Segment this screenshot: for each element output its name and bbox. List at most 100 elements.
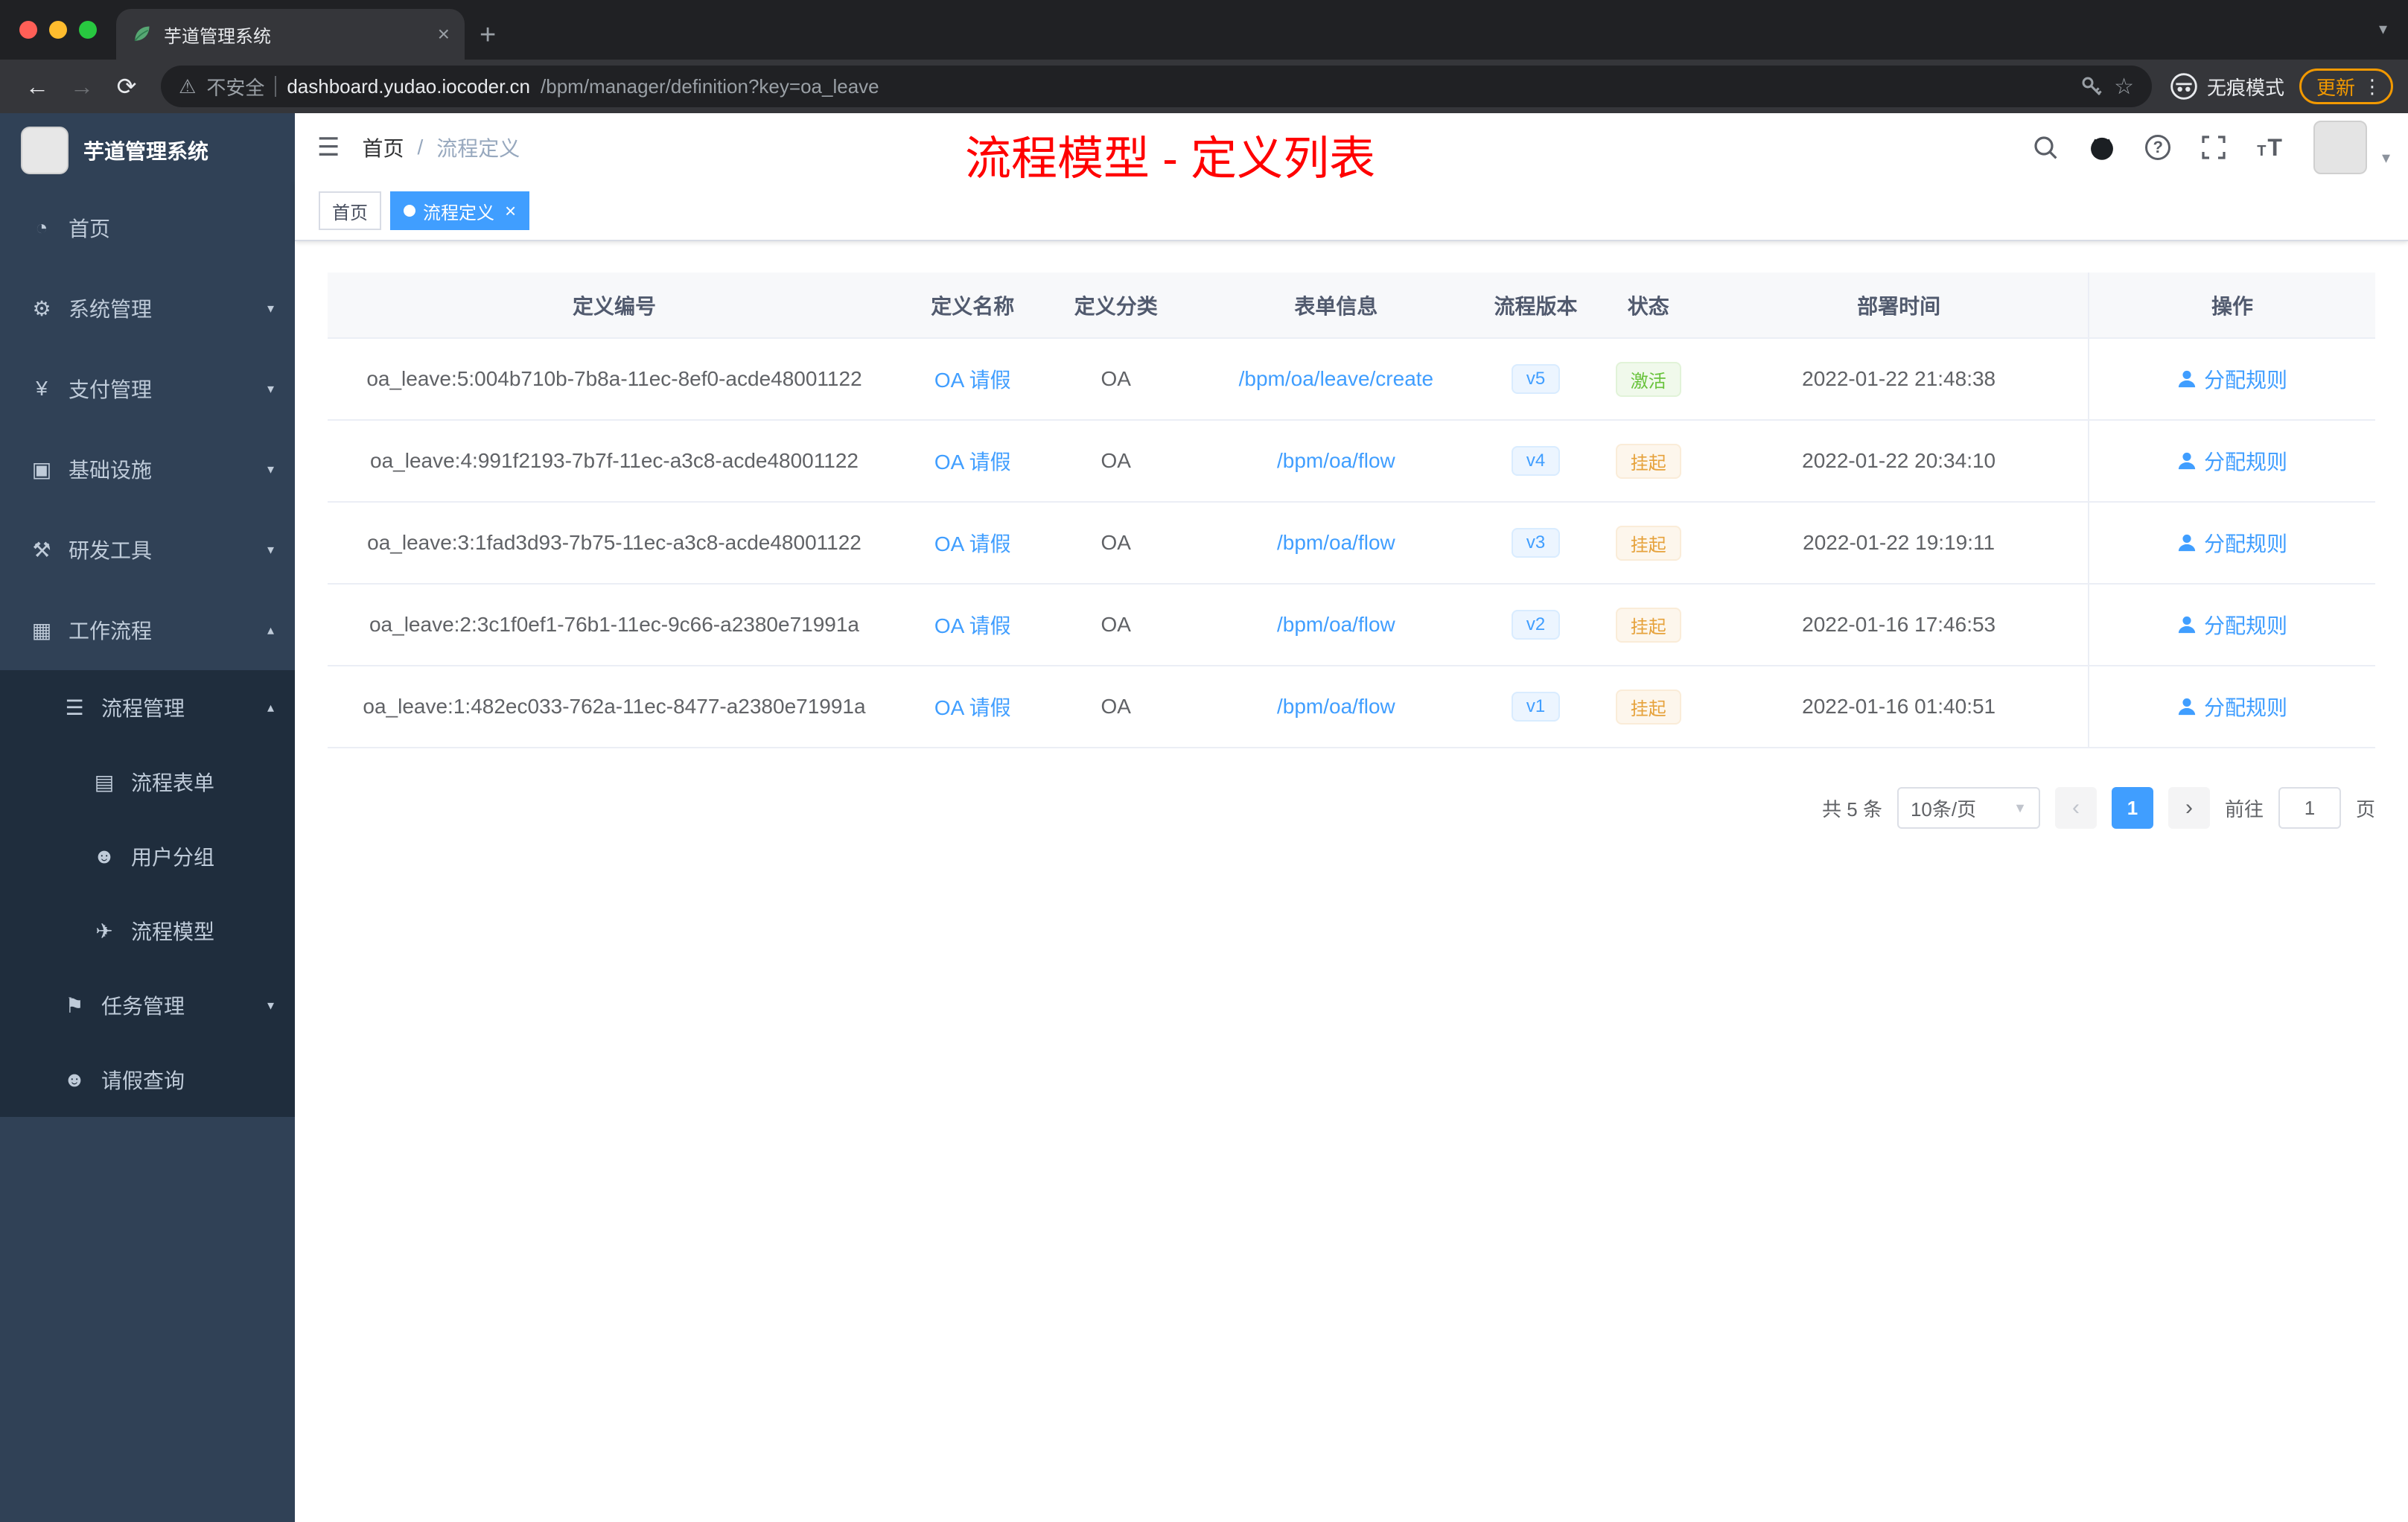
chevron-up-icon: ▴ xyxy=(267,699,274,715)
person-icon: ☻ xyxy=(63,1068,86,1091)
tab-search-chevron-icon[interactable]: ▾ xyxy=(2379,19,2387,39)
assign-rule-link[interactable]: 分配规则 xyxy=(2177,610,2287,640)
search-icon[interactable] xyxy=(2032,134,2059,161)
red-annotation-text: 流程模型 - 定义列表 xyxy=(965,133,1376,185)
definition-name-link[interactable]: OA 请假 xyxy=(934,696,1011,719)
next-page-button[interactable]: › xyxy=(2167,787,2210,829)
status-tag: 挂起 xyxy=(1615,443,1681,479)
chevron-down-icon: ▾ xyxy=(267,461,274,477)
sidebar-item-dev-tools[interactable]: ⚒ 研发工具 ▾ xyxy=(0,509,295,590)
assign-rule-link[interactable]: 分配规则 xyxy=(2177,528,2287,558)
new-tab-button[interactable]: + xyxy=(480,21,496,49)
cell-category: OA xyxy=(1044,502,1188,585)
sidebar-item-task-management[interactable]: ⚑ 任务管理 ▾ xyxy=(0,968,295,1042)
browser-menu-icon[interactable]: ⋮ xyxy=(2363,75,2382,98)
cell-definition-id: oa_leave:2:3c1f0ef1-76b1-11ec-9c66-a2380… xyxy=(328,584,901,666)
sidebar-item-label: 首页 xyxy=(69,217,111,241)
column-header-version: 流程版本 xyxy=(1484,273,1587,339)
cell-definition-id: oa_leave:4:991f2193-7b7f-11ec-a3c8-acde4… xyxy=(328,420,901,503)
sidebar-item-process-model[interactable]: ✈ 流程模型 xyxy=(0,894,295,968)
assign-rule-link[interactable]: 分配规则 xyxy=(2177,446,2287,476)
window-zoom-button[interactable] xyxy=(79,21,97,39)
person-icon xyxy=(2178,698,2196,716)
password-key-icon[interactable] xyxy=(2080,74,2103,98)
address-bar[interactable]: ⚠ 不安全 dashboard.yudao.iocoder.cn/bpm/man… xyxy=(161,66,2152,107)
form-info-link[interactable]: /bpm/oa/flow xyxy=(1277,613,1395,636)
app: 芋道管理系统 ◔ 首页 ⚙ 系统管理 ▾ ¥ 支付管理 ▾ ▣ 基础设施 ▾ ⚒… xyxy=(0,113,2408,1522)
version-tag: v2 xyxy=(1511,610,1561,640)
assign-rule-link[interactable]: 分配规则 xyxy=(2177,364,2287,394)
column-header-form-info: 表单信息 xyxy=(1188,273,1485,339)
breadcrumb-home[interactable]: 首页 xyxy=(362,133,404,162)
cell-actions: 分配规则 xyxy=(2088,338,2375,421)
github-icon[interactable] xyxy=(2089,134,2115,161)
chevron-down-icon: ▾ xyxy=(267,380,274,396)
cell-status: 挂起 xyxy=(1587,502,1710,585)
reload-button[interactable]: ⟳ xyxy=(104,72,149,101)
browser-tab[interactable]: 芋道管理系统 × xyxy=(116,9,465,60)
incognito-badge: 无痕模式 xyxy=(2170,72,2284,101)
sidebar-item-workflow[interactable]: ▦ 工作流程 ▴ xyxy=(0,590,295,670)
tag-process-definition[interactable]: 流程定义 × xyxy=(390,191,530,230)
cell-definition-id: oa_leave:5:004b710b-7b8a-11ec-8ef0-acde4… xyxy=(328,338,901,421)
tab-close-icon[interactable]: × xyxy=(438,24,450,45)
pagination: 共 5 条 10条/页 ▼ ‹ 1 › 前往 页 xyxy=(328,787,2375,829)
flag-icon: ⚑ xyxy=(65,993,84,1017)
fullscreen-icon[interactable] xyxy=(2200,134,2227,161)
cell-definition-id: oa_leave:1:482ec033-762a-11ec-8477-a2380… xyxy=(328,666,901,748)
sidebar-item-process-form[interactable]: ▤ 流程表单 xyxy=(0,745,295,819)
hamburger-icon[interactable]: ☰ xyxy=(295,133,362,162)
security-label[interactable]: 不安全 xyxy=(206,73,264,101)
tag-home[interactable]: 首页 xyxy=(319,191,381,230)
forward-button[interactable]: → xyxy=(60,73,104,101)
list-icon: ☰ xyxy=(65,695,84,719)
definition-name-link[interactable]: OA 请假 xyxy=(934,369,1011,392)
sidebar-item-user-groups[interactable]: ☻ 用户分组 xyxy=(0,819,295,894)
sidebar-item-process-management[interactable]: ☰ 流程管理 ▴ xyxy=(0,670,295,745)
cell-category: OA xyxy=(1044,338,1188,421)
form-info-link[interactable]: /bpm/oa/flow xyxy=(1277,531,1395,554)
update-button[interactable]: 更新 ⋮ xyxy=(2299,69,2393,104)
form-info-link[interactable]: /bpm/oa/flow xyxy=(1277,449,1395,472)
breadcrumb-current: 流程定义 xyxy=(436,137,520,160)
sidebar-item-label: 工作流程 xyxy=(69,620,153,643)
definition-name-link[interactable]: OA 请假 xyxy=(934,450,1011,474)
tab-title: 芋道管理系统 xyxy=(164,26,271,47)
cell-form-info: /bpm/oa/flow xyxy=(1188,666,1485,748)
assign-rule-link[interactable]: 分配规则 xyxy=(2177,692,2287,722)
form-info-link[interactable]: /bpm/oa/leave/create xyxy=(1239,367,1434,390)
active-dot-icon xyxy=(404,205,415,217)
definition-name-link[interactable]: OA 请假 xyxy=(934,532,1011,555)
cell-definition-id: oa_leave:3:1fad3d93-7b75-11ec-a3c8-acde4… xyxy=(328,502,901,585)
window-close-button[interactable] xyxy=(19,21,37,39)
table-row: oa_leave:5:004b710b-7b8a-11ec-8ef0-acde4… xyxy=(328,338,2375,421)
cell-version: v3 xyxy=(1484,502,1587,585)
sidebar-item-infrastructure[interactable]: ▣ 基础设施 ▾ xyxy=(0,429,295,509)
definition-name-link[interactable]: OA 请假 xyxy=(934,614,1011,637)
sidebar-brand[interactable]: 芋道管理系统 xyxy=(0,113,295,188)
tag-close-icon[interactable]: × xyxy=(505,201,516,220)
warning-icon: ⚠ xyxy=(179,74,197,98)
user-avatar[interactable] xyxy=(2313,121,2367,174)
sidebar-item-home[interactable]: ◔ 首页 xyxy=(0,188,295,268)
help-icon[interactable]: ? xyxy=(2145,135,2171,160)
page-size-select[interactable]: 10条/页 ▼ xyxy=(1896,787,2040,829)
sidebar-item-payment-management[interactable]: ¥ 支付管理 ▾ xyxy=(0,348,295,429)
back-button[interactable]: ← xyxy=(15,73,60,101)
prev-page-button[interactable]: ‹ xyxy=(2054,787,2097,829)
sidebar-item-system-management[interactable]: ⚙ 系统管理 ▾ xyxy=(0,268,295,348)
form-info-link[interactable]: /bpm/oa/flow xyxy=(1277,695,1395,718)
sidebar-item-leave-query[interactable]: ☻ 请假查询 xyxy=(0,1042,295,1117)
version-tag: v1 xyxy=(1511,692,1561,722)
cell-actions: 分配规则 xyxy=(2088,584,2375,666)
avatar-caret-down-icon[interactable]: ▾ xyxy=(2382,148,2390,168)
cell-definition-name: OA 请假 xyxy=(901,584,1045,666)
font-size-icon[interactable]: TT xyxy=(2257,134,2284,162)
table-body: oa_leave:5:004b710b-7b8a-11ec-8ef0-acde4… xyxy=(328,338,2375,748)
page-number-button[interactable]: 1 xyxy=(2111,787,2153,829)
window-minimize-button[interactable] xyxy=(49,21,67,39)
bookmark-star-icon[interactable]: ☆ xyxy=(2114,74,2134,100)
goto-page-input[interactable] xyxy=(2278,787,2341,829)
sidebar-item-label: 流程模型 xyxy=(131,920,215,943)
toolbox-icon: ▦ xyxy=(31,618,52,642)
